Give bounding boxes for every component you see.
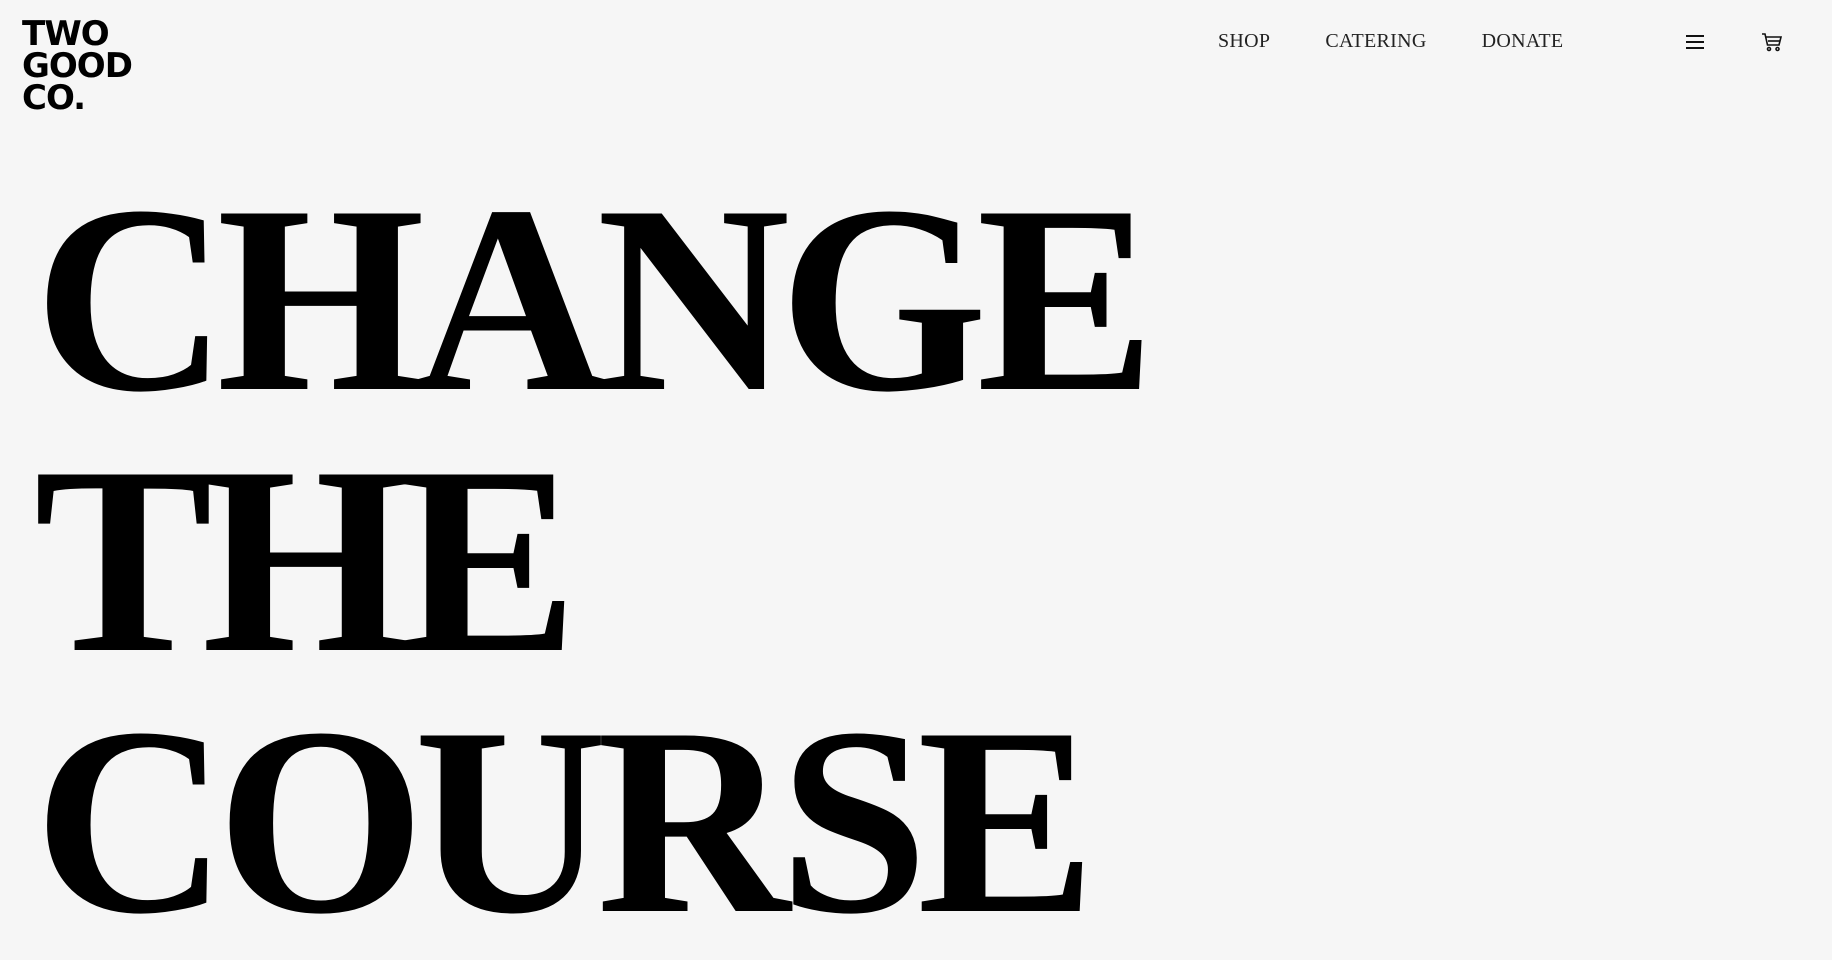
site-logo[interactable]: TWO GOOD CO. [22,17,162,118]
hero-headline: CHANGE THE COURSE [34,150,1155,960]
hamburger-menu-icon [1686,35,1704,49]
hero-line: THE [34,411,578,708]
main-nav: SHOP CATERING DONATE [1218,30,1563,53]
shopping-cart-icon [1762,33,1783,52]
nav-link-donate[interactable]: DONATE [1482,30,1564,53]
hero-line: COURSE [34,672,1096,960]
logo-line: CO. [22,78,86,118]
cart-button[interactable] [1759,29,1785,55]
menu-button[interactable] [1682,29,1708,55]
nav-link-catering[interactable]: CATERING [1325,30,1426,53]
nav-link-shop[interactable]: SHOP [1218,30,1270,53]
hero-line: CHANGE [34,150,1155,447]
